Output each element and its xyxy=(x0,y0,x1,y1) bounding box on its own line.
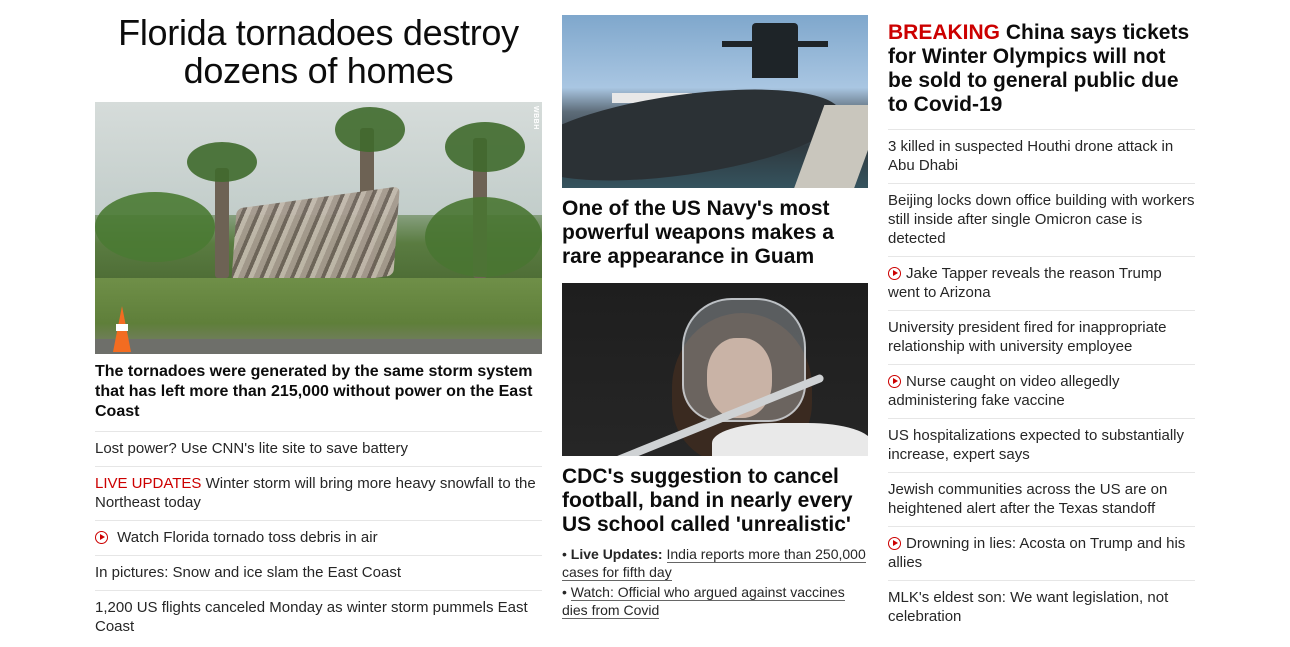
story-link[interactable]: Watch: Official who argued against vacci… xyxy=(562,584,845,619)
image-shirt xyxy=(712,423,868,456)
story-link[interactable]: 3 killed in suspected Houthi drone attac… xyxy=(888,138,1173,174)
story-link[interactable]: MLK's eldest son: We want legislation, n… xyxy=(888,589,1168,625)
image-foliage xyxy=(95,192,215,262)
play-icon xyxy=(888,537,901,550)
story-link[interactable]: Lost power? Use CNN's lite site to save … xyxy=(95,440,408,457)
list-item[interactable]: LIVE UPDATES Winter storm will bring mor… xyxy=(95,466,542,520)
list-item[interactable]: Jake Tapper reveals the reason Trump wen… xyxy=(888,256,1195,310)
image-foliage xyxy=(425,197,542,277)
list-item[interactable]: 1,200 US flights canceled Monday as wint… xyxy=(95,590,542,644)
story-link[interactable]: Jewish communities across the US are on … xyxy=(888,481,1167,517)
story-headline[interactable]: CDC's suggestion to cancel football, ban… xyxy=(562,465,868,537)
list-item[interactable]: Beijing locks down office building with … xyxy=(888,183,1195,256)
list-item[interactable]: Drowning in lies: Acosta on Trump and hi… xyxy=(888,526,1195,580)
video-link[interactable]: Drowning in lies: Acosta on Trump and hi… xyxy=(888,535,1185,571)
story-link[interactable]: University president fired for inappropr… xyxy=(888,319,1166,355)
video-link[interactable]: Watch Florida tornado toss debris in air xyxy=(117,529,377,546)
video-link[interactable]: Jake Tapper reveals the reason Trump wen… xyxy=(888,265,1162,301)
secondary-stories-column: One of the US Navy's most powerful weapo… xyxy=(562,0,868,621)
live-updates-label: LIVE UPDATES xyxy=(95,475,202,492)
list-item[interactable]: Watch Florida tornado toss debris in air xyxy=(95,520,542,555)
list-item[interactable]: US hospitalizations expected to substant… xyxy=(888,418,1195,472)
image-frond xyxy=(445,122,525,172)
video-link[interactable]: Nurse caught on video allegedly administ… xyxy=(888,373,1119,409)
bullet-item[interactable]: • Watch: Official who argued against vac… xyxy=(562,583,868,619)
list-item[interactable]: MLK's eldest son: We want legislation, n… xyxy=(888,580,1195,634)
list-item[interactable]: Nurse caught on video allegedly administ… xyxy=(888,364,1195,418)
image-frond xyxy=(335,107,405,152)
list-item[interactable]: Lost power? Use CNN's lite site to save … xyxy=(95,431,542,466)
lead-related-links: Lost power? Use CNN's lite site to save … xyxy=(95,431,542,644)
submarine-image[interactable] xyxy=(562,15,868,188)
story-link[interactable]: Beijing locks down office building with … xyxy=(888,192,1195,247)
play-icon xyxy=(95,531,108,544)
traffic-cone xyxy=(113,306,131,352)
lead-image[interactable]: WBBH xyxy=(95,102,542,354)
image-palm xyxy=(215,168,229,279)
bullet-item[interactable]: • Live Updates: India reports more than … xyxy=(562,545,868,581)
lead-story-column: Florida tornadoes destroy dozens of home… xyxy=(95,0,542,644)
play-icon xyxy=(888,375,901,388)
lead-headline[interactable]: Florida tornadoes destroy dozens of home… xyxy=(95,14,542,90)
headlines-column: BREAKING China says tickets for Winter O… xyxy=(888,0,1195,634)
story-link[interactable]: In pictures: Snow and ice slam the East … xyxy=(95,564,401,581)
list-item[interactable]: Jewish communities across the US are on … xyxy=(888,472,1195,526)
story-link[interactable]: US hospitalizations expected to substant… xyxy=(888,427,1184,463)
list-item[interactable]: In pictures: Snow and ice slam the East … xyxy=(95,555,542,590)
story-link[interactable]: 1,200 US flights canceled Monday as wint… xyxy=(95,599,528,635)
lead-subheadline[interactable]: The tornadoes were generated by the same… xyxy=(95,362,542,422)
student-flute-image[interactable] xyxy=(562,283,868,456)
list-item[interactable]: 3 killed in suspected Houthi drone attac… xyxy=(888,129,1195,183)
breaking-tag: BREAKING xyxy=(888,21,1001,44)
image-road xyxy=(95,338,542,354)
image-tower xyxy=(722,23,828,78)
headline-list: 3 killed in suspected Houthi drone attac… xyxy=(888,129,1195,634)
list-item[interactable]: University president fired for inappropr… xyxy=(888,310,1195,364)
live-updates-label: Live Updates: xyxy=(570,546,663,562)
image-frond xyxy=(187,142,257,182)
breaking-headline[interactable]: BREAKING China says tickets for Winter O… xyxy=(888,21,1195,117)
story-headline[interactable]: One of the US Navy's most powerful weapo… xyxy=(562,197,868,269)
play-icon xyxy=(888,267,901,280)
related-bullets: • Live Updates: India reports more than … xyxy=(562,545,868,619)
image-watermark: WBBH xyxy=(532,106,539,130)
